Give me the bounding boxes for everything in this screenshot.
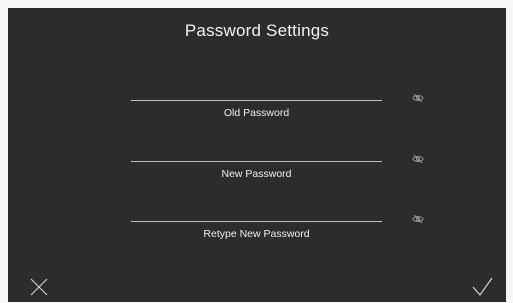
- retype-password-visibility-toggle[interactable]: [412, 214, 424, 224]
- cancel-button[interactable]: [28, 276, 50, 298]
- old-password-visibility-toggle[interactable]: [412, 93, 424, 103]
- old-password-underline: [131, 100, 382, 101]
- page-title: Password Settings: [184, 21, 330, 40]
- new-password-label: New Password: [221, 168, 292, 180]
- new-password-visibility-toggle[interactable]: [412, 154, 424, 164]
- old-password-field[interactable]: Old Password: [131, 100, 382, 140]
- new-password-underline: [131, 161, 382, 162]
- retype-password-underline: [131, 221, 382, 222]
- retype-password-field[interactable]: Retype New Password: [131, 221, 382, 261]
- close-icon: [28, 276, 50, 298]
- confirm-button[interactable]: [471, 276, 493, 298]
- checkmark-icon: [471, 276, 493, 298]
- eye-off-icon: [412, 214, 424, 224]
- eye-off-icon: [412, 93, 424, 103]
- password-settings-screen: Password Settings Old Password New Passw…: [8, 8, 506, 302]
- eye-off-icon: [412, 154, 424, 164]
- retype-password-label: Retype New Password: [203, 228, 310, 240]
- old-password-label: Old Password: [223, 107, 290, 119]
- new-password-field[interactable]: New Password: [131, 161, 382, 201]
